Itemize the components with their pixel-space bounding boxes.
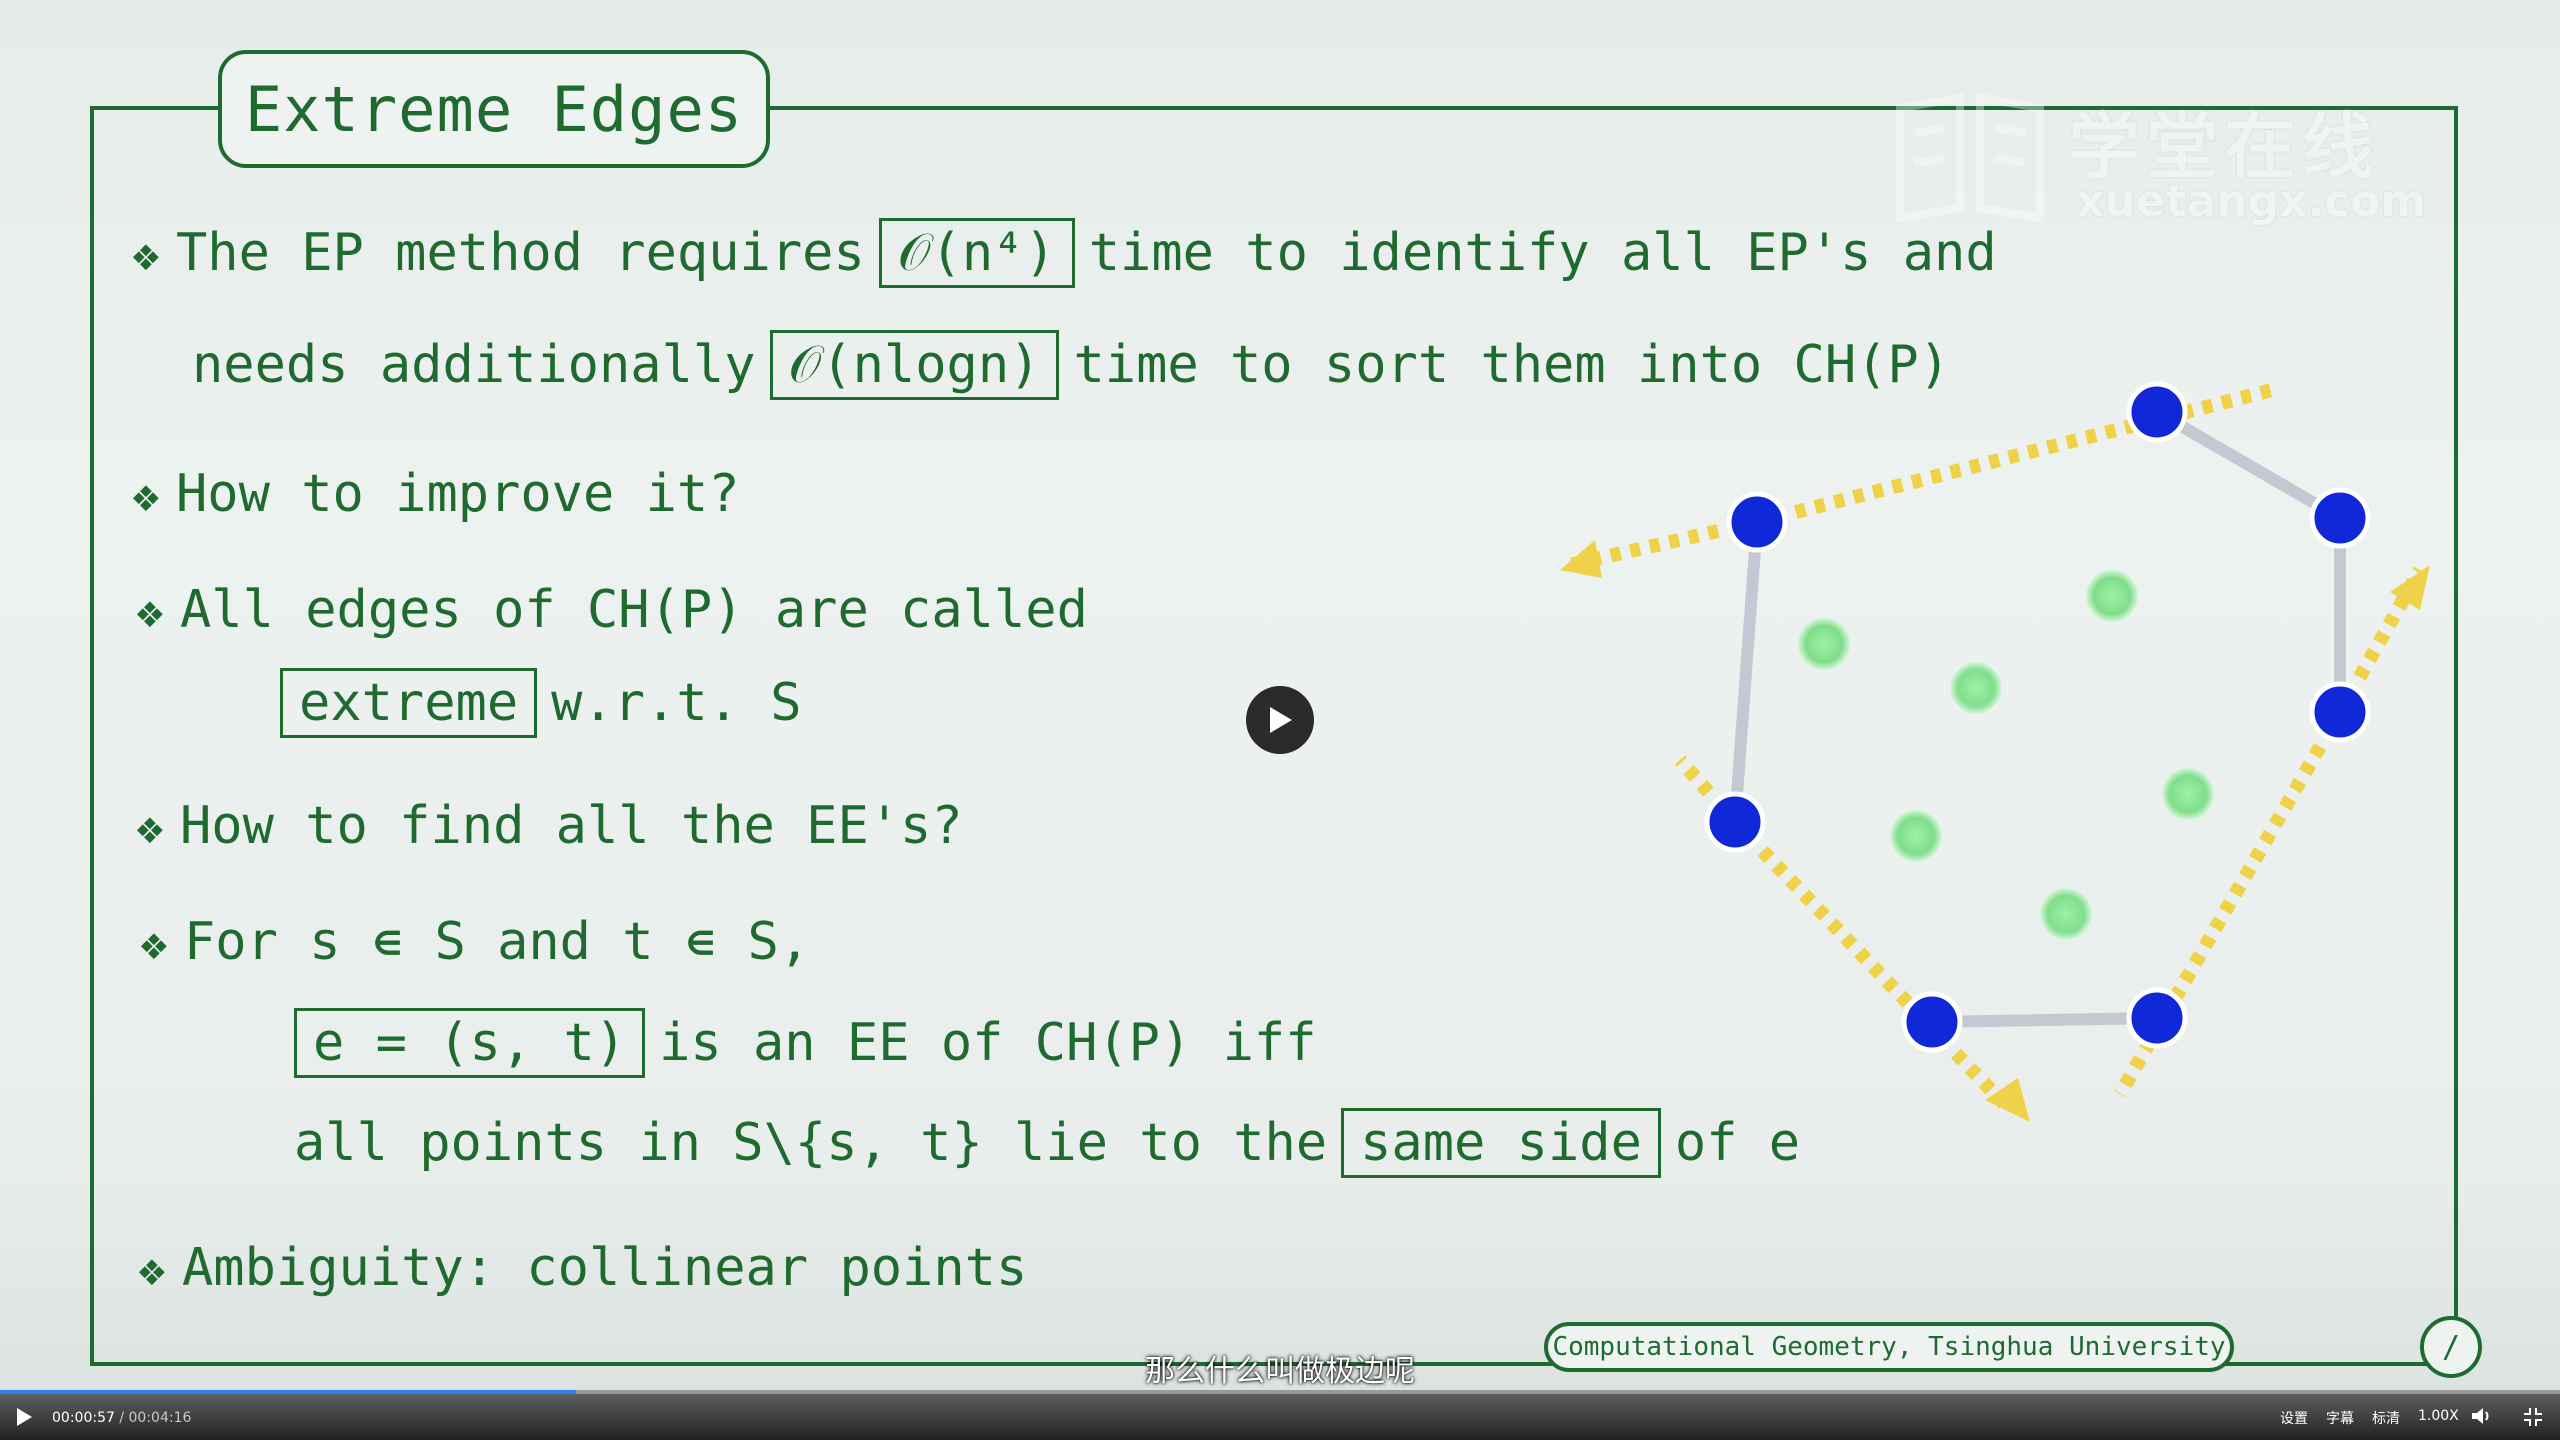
time-display: 00:00:57 / 00:04:16 <box>52 1410 192 1426</box>
play-button[interactable] <box>14 1406 34 1432</box>
watermark-logo-icon <box>1896 93 2044 223</box>
bullet-text: time to identify all EP's and <box>1088 223 1997 283</box>
bullet-4: ❖ How to find all the EE's? <box>136 800 963 852</box>
bullet-diamond-icon: ❖ <box>136 584 164 638</box>
bullet-text: For s ∊ S and t ∊ S, <box>184 912 811 972</box>
progress-bar-fill <box>0 1390 576 1394</box>
slide-title: Extreme Edges <box>218 50 770 168</box>
bullet-text: needs additionally <box>192 335 756 395</box>
fullscreen-exit-icon <box>2524 1408 2542 1426</box>
volume-icon <box>2472 1408 2489 1424</box>
play-icon <box>17 1408 32 1426</box>
bullet-diamond-icon: ❖ <box>132 468 160 522</box>
fullscreen-exit-button[interactable] <box>2522 1406 2544 1432</box>
hull-edges <box>1729 406 2346 1028</box>
bullet-diamond-icon: ❖ <box>140 916 168 970</box>
play-overlay-icon <box>1270 707 1292 733</box>
inner-points <box>1798 570 2214 940</box>
bullet-3-sub: extreme w.r.t. S <box>280 668 802 738</box>
bullet-text: all points in S\{s, t} lie to the <box>294 1113 1328 1173</box>
extreme-box: extreme <box>280 668 538 738</box>
progress-bar[interactable] <box>0 1390 2560 1394</box>
bullet-3: ❖ All edges of CH(P) are called <box>136 584 1088 636</box>
player-controls <box>0 1390 2560 1440</box>
bullet-1-line-1: ❖ The EP method requires 𝒪(n⁴) time to iden… <box>132 218 1997 288</box>
bullet-text: How to find all the EE's? <box>180 796 963 856</box>
video-stage[interactable]: Extreme Edges 学堂在线 xuetangx.com ❖ The EP … <box>0 0 2560 1440</box>
bullet-text: is an EE of CH(P) iff <box>659 1013 1317 1073</box>
bullet-diamond-icon: ❖ <box>138 1242 166 1296</box>
convex-hull-diagram <box>1560 381 2430 1122</box>
play-overlay-button[interactable] <box>1246 686 1314 754</box>
settings-button[interactable]: 设置 <box>2280 1408 2308 1428</box>
arrowheads <box>1560 540 2430 1122</box>
captions-button[interactable]: 字幕 <box>2326 1408 2354 1428</box>
duration: 00:04:16 <box>128 1410 192 1426</box>
complexity-box: 𝒪(nlogn) <box>769 330 1060 400</box>
complexity-box: 𝒪(n⁴) <box>878 218 1075 288</box>
watermark: 学堂在线 xuetangx.com <box>1890 88 2430 238</box>
bullet-6: ❖ Ambiguity: collinear points <box>138 1242 1027 1294</box>
quality-button[interactable]: 标清 <box>2372 1408 2400 1428</box>
bullet-text: All edges of CH(P) are called <box>180 580 1088 640</box>
bullet-text: The EP method requires <box>176 223 865 283</box>
bullet-5: ❖ For s ∊ S and t ∊ S, <box>140 916 810 968</box>
bullet-text: Ambiguity: collinear points <box>182 1238 1028 1298</box>
speed-button[interactable]: 1.00X <box>2418 1408 2459 1424</box>
bullet-5-sub-1: e = (s, t) is an EE of CH(P) iff <box>294 1008 1317 1078</box>
volume-button[interactable] <box>2470 1406 2492 1430</box>
bullet-text: How to improve it? <box>176 464 740 524</box>
current-time: 00:00:57 <box>52 1410 115 1426</box>
bullet-text: w.r.t. S <box>551 673 802 733</box>
edge-definition-box: e = (s, t) <box>294 1008 646 1078</box>
watermark-url: xuetangx.com <box>2076 176 2427 227</box>
video-subtitle: 那么什么叫做极边呢 <box>1145 1354 1415 1389</box>
bullet-2: ❖ How to improve it? <box>132 468 740 520</box>
hull-points <box>1704 381 2371 1053</box>
bullet-diamond-icon: ❖ <box>132 227 160 281</box>
bullet-diamond-icon: ❖ <box>136 800 164 854</box>
